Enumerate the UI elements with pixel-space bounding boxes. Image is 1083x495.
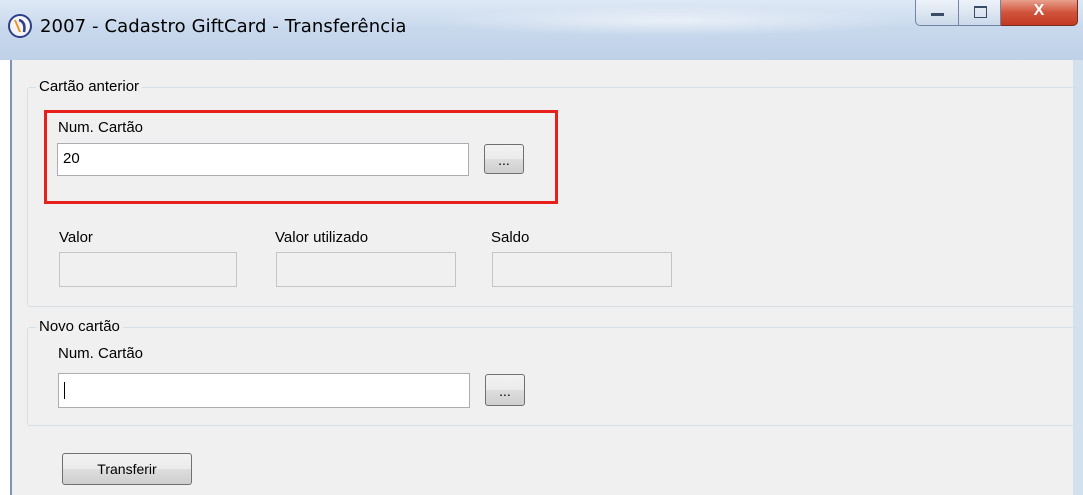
close-icon: X xyxy=(1033,2,1045,19)
valor-utilizado-field xyxy=(276,252,456,287)
saldo-label: Saldo xyxy=(491,229,530,246)
close-button[interactable]: X xyxy=(1001,0,1078,26)
num-cartao-novo-input[interactable] xyxy=(58,373,470,408)
window-right-edge xyxy=(1073,60,1083,495)
window-client-area: Cartão anterior Num. Cartão 20 ... Valor… xyxy=(10,60,1083,495)
valor-label: Valor xyxy=(59,229,93,246)
saldo-field xyxy=(492,252,672,287)
maximize-button[interactable] xyxy=(959,0,1001,26)
num-cartao-anterior-input[interactable]: 20 xyxy=(57,143,469,176)
lookup-novo-cartao-button[interactable]: ... xyxy=(485,374,525,406)
valor-field xyxy=(59,252,237,287)
text-caret xyxy=(64,381,65,399)
lookup-cartao-anterior-button[interactable]: ... xyxy=(484,144,524,174)
novo-cartao-title: Novo cartão xyxy=(36,318,123,335)
transferir-button[interactable]: Transferir xyxy=(62,453,192,485)
maximize-icon xyxy=(974,6,987,18)
window-title: 2007 - Cadastro GiftCard - Transferência xyxy=(40,16,407,37)
cartao-anterior-title: Cartão anterior xyxy=(36,78,143,95)
app-logo-icon[interactable] xyxy=(8,14,32,38)
num-cartao-novo-label: Num. Cartão xyxy=(58,345,144,362)
title-bar[interactable]: 2007 - Cadastro GiftCard - Transferência… xyxy=(0,0,1083,60)
title-bar-sheen xyxy=(430,6,910,36)
minimize-button[interactable] xyxy=(915,0,959,26)
minimize-icon xyxy=(931,13,944,16)
num-cartao-anterior-label: Num. Cartão xyxy=(58,119,144,136)
valor-utilizado-label: Valor utilizado xyxy=(275,229,369,246)
